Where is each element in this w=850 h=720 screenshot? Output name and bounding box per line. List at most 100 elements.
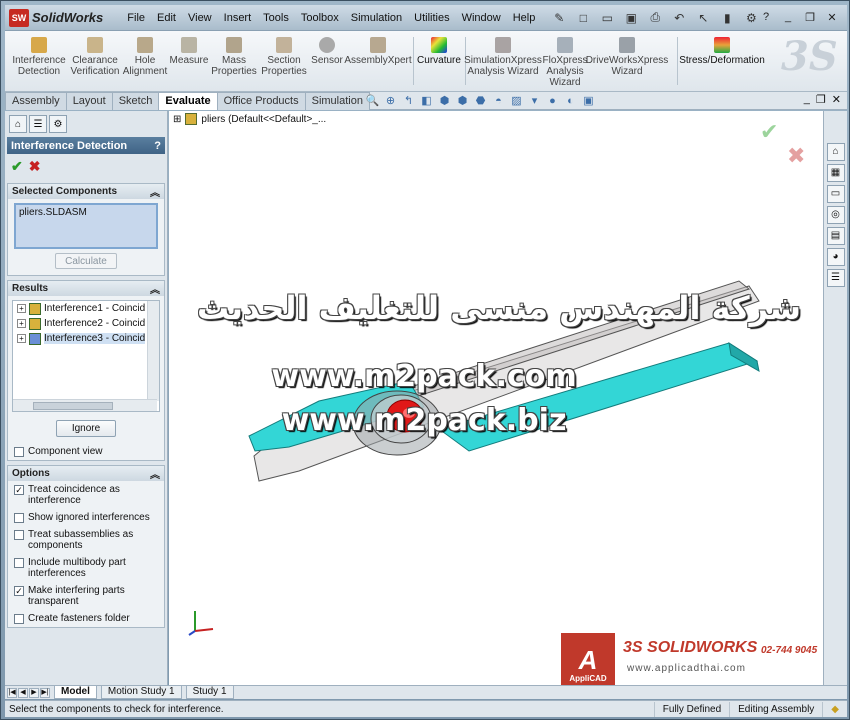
- tab-motion-study-1[interactable]: Motion Study 1: [100, 686, 182, 699]
- cancel-button[interactable]: ✖: [29, 158, 41, 175]
- curvature-button[interactable]: Curvature: [415, 37, 463, 66]
- menu-insert[interactable]: Insert: [218, 5, 258, 31]
- menu-utilities[interactable]: Utilities: [408, 5, 455, 31]
- view-palette-icon[interactable]: ▤: [826, 227, 845, 245]
- group-header[interactable]: Results ︽: [8, 281, 164, 296]
- menu-view[interactable]: View: [182, 5, 218, 31]
- doc-restore-icon[interactable]: ❐: [816, 93, 826, 106]
- tab-evaluate[interactable]: Evaluate: [158, 92, 218, 110]
- view-settings-icon[interactable]: ▾: [527, 93, 542, 108]
- property-manager-tab-icon[interactable]: ☰: [29, 115, 47, 133]
- status-rebuild-icon[interactable]: ◆: [822, 701, 847, 717]
- tab-assembly[interactable]: Assembly: [5, 92, 67, 110]
- checkbox-box[interactable]: [14, 513, 24, 523]
- shadows-icon[interactable]: ◐: [563, 93, 578, 108]
- expand-icon[interactable]: +: [17, 319, 26, 328]
- driveworksxpress-button[interactable]: DriveWorksXpress Wizard: [586, 37, 668, 77]
- print-icon[interactable]: ⎙: [645, 9, 665, 27]
- option-checkbox[interactable]: Create fasteners folder: [8, 610, 164, 627]
- group-header[interactable]: Selected Components ︽: [8, 184, 164, 199]
- clearance-verification-button[interactable]: Clearance Verification: [69, 37, 121, 77]
- component-view-checkbox[interactable]: Component view: [8, 443, 164, 460]
- checkbox-box[interactable]: [14, 558, 24, 568]
- tab-sketch[interactable]: Sketch: [111, 92, 160, 110]
- collapse-icon[interactable]: ︽: [150, 184, 160, 199]
- menu-help[interactable]: Help: [507, 5, 542, 31]
- measure-button[interactable]: Measure: [169, 37, 209, 66]
- mass-properties-button[interactable]: Mass Properties: [211, 37, 257, 77]
- new-icon[interactable]: □: [573, 9, 593, 27]
- checkbox-box[interactable]: ✓: [14, 485, 24, 495]
- file-explorer-icon[interactable]: ▭: [826, 185, 845, 203]
- tab-layout[interactable]: Layout: [65, 92, 113, 110]
- calculate-button[interactable]: Calculate: [55, 253, 117, 269]
- save-icon[interactable]: ▣: [621, 9, 641, 27]
- menu-edit[interactable]: Edit: [151, 5, 182, 31]
- option-checkbox[interactable]: Include multibody part interferences: [8, 554, 164, 582]
- group-header[interactable]: Options ︽: [8, 466, 164, 481]
- interference-detection-button[interactable]: Interference Detection: [9, 37, 69, 77]
- option-checkbox[interactable]: Treat subassemblies as components: [8, 526, 164, 554]
- previous-view-icon[interactable]: ↰: [401, 93, 416, 108]
- feature-manager-tab-icon[interactable]: ⌂: [9, 115, 27, 133]
- simulationxpress-button[interactable]: SimulationXpress Analysis Wizard: [464, 37, 542, 77]
- menu-toolbox[interactable]: Toolbox: [295, 5, 345, 31]
- tab-office-products[interactable]: Office Products: [216, 92, 306, 110]
- zoom-to-fit-icon[interactable]: 🔍: [365, 93, 380, 108]
- results-list[interactable]: + Interference1 - Coincid + Interference…: [12, 300, 160, 412]
- view-orientation-icon[interactable]: ⬢: [437, 93, 452, 108]
- first-tab-icon[interactable]: |◀: [7, 687, 17, 698]
- section-view-icon[interactable]: ◧: [419, 93, 434, 108]
- doc-close-icon[interactable]: ✕: [832, 93, 841, 106]
- minimize-icon[interactable]: _: [779, 9, 797, 25]
- menu-file[interactable]: File: [121, 5, 151, 31]
- apply-scene-icon[interactable]: ▨: [509, 93, 524, 108]
- assemblyxpert-button[interactable]: AssemblyXpert: [344, 37, 412, 66]
- ignore-button[interactable]: Ignore: [56, 420, 116, 437]
- design-library-icon[interactable]: ▦: [826, 164, 845, 182]
- floxpress-button[interactable]: FloXpress Analysis Wizard: [541, 37, 589, 88]
- vertical-scrollbar[interactable]: [147, 301, 159, 401]
- home-icon[interactable]: ⌂: [826, 143, 845, 161]
- horizontal-scrollbar[interactable]: [13, 399, 157, 411]
- checkbox-box[interactable]: [14, 530, 24, 540]
- section-properties-button[interactable]: Section Properties: [261, 37, 307, 77]
- collapse-icon[interactable]: ︽: [150, 281, 160, 296]
- pin-icon[interactable]: ✎: [549, 9, 569, 27]
- list-item[interactable]: pliers.SLDASM: [19, 207, 153, 218]
- doc-minimize-icon[interactable]: _: [804, 93, 810, 106]
- checkbox-box[interactable]: [14, 614, 24, 624]
- help-button[interactable]: ?: [154, 140, 161, 152]
- hide-show-icon[interactable]: ⬣: [473, 93, 488, 108]
- undo-icon[interactable]: ↶: [669, 9, 689, 27]
- tab-simulation[interactable]: Simulation: [304, 92, 370, 110]
- list-item[interactable]: + Interference2 - Coincid: [13, 316, 159, 331]
- prev-tab-icon[interactable]: ◀: [18, 687, 28, 698]
- open-icon[interactable]: ▭: [597, 9, 617, 27]
- tab-study-1[interactable]: Study 1: [185, 686, 234, 699]
- option-checkbox[interactable]: ✓ Make interfering parts transparent: [8, 582, 164, 610]
- realview-icon[interactable]: ●: [545, 93, 560, 108]
- help-icon[interactable]: ?: [757, 9, 775, 25]
- search-icon[interactable]: ◎: [826, 206, 845, 224]
- scroll-thumb[interactable]: [33, 402, 113, 410]
- rebuild-icon[interactable]: ▮: [717, 9, 737, 27]
- display-style-icon[interactable]: ⬢: [455, 93, 470, 108]
- appearances-icon[interactable]: ◕: [826, 248, 845, 266]
- list-item[interactable]: + Interference3 - Coincid: [13, 331, 159, 346]
- expand-icon[interactable]: +: [17, 334, 26, 343]
- app-logo[interactable]: SW SolidWorks: [9, 8, 103, 27]
- ok-button[interactable]: ✔: [11, 158, 23, 175]
- configuration-manager-tab-icon[interactable]: ⚙: [49, 115, 67, 133]
- graphics-area[interactable]: ⊞ pliers (Default<<Default>_... ✔ ✖ شركة…: [169, 111, 823, 685]
- restore-icon[interactable]: ❐: [801, 9, 819, 25]
- stress-deformation-button[interactable]: Stress/Deformation: [679, 37, 765, 66]
- checkbox-box[interactable]: ✓: [14, 586, 24, 596]
- menu-tools[interactable]: Tools: [257, 5, 295, 31]
- expand-icon[interactable]: +: [17, 304, 26, 313]
- next-tab-icon[interactable]: ▶: [29, 687, 39, 698]
- selected-components-list[interactable]: pliers.SLDASM: [14, 203, 158, 249]
- pliers-model[interactable]: [169, 111, 823, 685]
- custom-properties-icon[interactable]: ☰: [826, 269, 845, 287]
- view-display-icon[interactable]: ▣: [581, 93, 596, 108]
